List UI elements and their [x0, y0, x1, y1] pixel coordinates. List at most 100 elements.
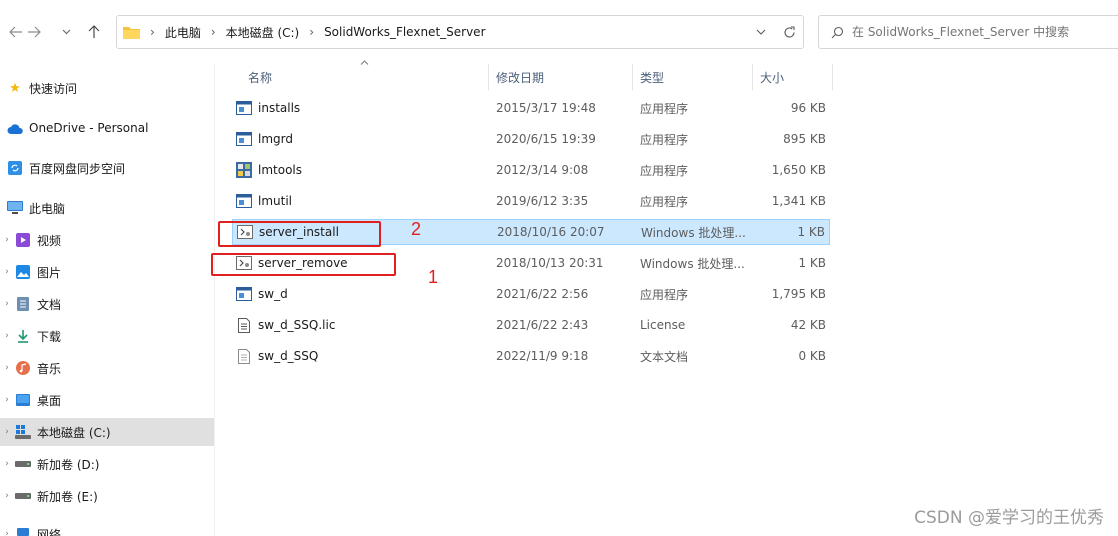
column-header-date[interactable]: 修改日期 [496, 64, 544, 90]
sidebar-item-documents[interactable]: › 文档 [0, 290, 214, 318]
watermark: CSDN @爱学习的王优秀 [914, 508, 1104, 528]
column-header-name[interactable]: 名称 [248, 64, 272, 90]
refresh-icon[interactable] [775, 16, 803, 48]
expand-chevron-icon[interactable]: › [0, 299, 14, 309]
file-name: installs [258, 101, 301, 115]
file-date: 2021/6/22 2:56 [496, 287, 589, 301]
sidebar-item-local-disk-c[interactable]: › 本地磁盘 (C:) [0, 418, 214, 446]
lmtools-icon [236, 162, 252, 178]
file-size: 895 KB [783, 132, 826, 146]
pane-divider[interactable] [214, 64, 215, 536]
file-type: Windows 批处理... [641, 225, 746, 240]
file-name: sw_d [258, 287, 288, 301]
column-header-type[interactable]: 类型 [640, 64, 664, 90]
sidebar-item-baidu-sync[interactable]: 百度网盘同步空间 [0, 154, 214, 182]
file-type: Windows 批处理... [640, 256, 745, 271]
expand-chevron-icon[interactable]: › [0, 267, 14, 277]
expand-chevron-icon[interactable]: › [0, 235, 14, 245]
annotation-step-2: 2 [411, 219, 422, 239]
app-icon [236, 286, 252, 302]
file-date: 2015/3/17 19:48 [496, 101, 596, 115]
computer-icon [6, 200, 24, 216]
expand-chevron-icon[interactable]: › [0, 363, 14, 373]
sidebar-item-quick-access[interactable]: ★ 快速访问 [0, 74, 214, 102]
address-bar[interactable]: › 此电脑 › 本地磁盘 (C:) › SolidWorks_Flexnet_S… [116, 15, 804, 49]
search-input[interactable] [852, 25, 1112, 39]
windows-drive-icon [14, 424, 32, 440]
file-row-sw-d[interactable]: sw_d 2021/6/22 2:56 应用程序 1,795 KB [232, 281, 830, 307]
text-file-icon [236, 348, 252, 364]
column-divider[interactable] [488, 64, 489, 90]
breadcrumb-current-folder[interactable]: SolidWorks_Flexnet_Server [324, 25, 485, 39]
file-row-lmgrd[interactable]: lmgrd 2020/6/15 19:39 应用程序 895 KB [232, 126, 830, 152]
sidebar-item-label: 新加卷 (D:) [37, 457, 100, 472]
file-name: lmgrd [258, 132, 293, 146]
file-date: 2021/6/22 2:43 [496, 318, 589, 332]
sidebar-item-label: 百度网盘同步空间 [29, 161, 126, 176]
file-list: 名称 修改日期 类型 大小 installs 2015/3/17 19:48 应… [222, 60, 1118, 536]
documents-icon [14, 296, 32, 312]
sidebar-item-volume-d[interactable]: › 新加卷 (D:) [0, 450, 214, 478]
expand-chevron-icon[interactable]: › [0, 529, 14, 536]
column-divider[interactable] [752, 64, 753, 90]
app-icon [236, 131, 252, 147]
column-divider[interactable] [832, 64, 833, 90]
folder-icon [123, 25, 140, 39]
expand-chevron-icon[interactable]: › [0, 491, 14, 501]
file-date: 2018/10/13 20:31 [496, 256, 604, 270]
cloud-icon [6, 120, 24, 136]
sidebar-item-label: 本地磁盘 (C:) [37, 425, 111, 440]
expand-chevron-icon[interactable]: › [0, 331, 14, 341]
file-size: 1 KB [797, 225, 825, 239]
drive-icon [14, 488, 32, 504]
file-date: 2012/3/14 9:08 [496, 163, 589, 177]
music-icon [14, 360, 32, 376]
up-button[interactable] [82, 20, 106, 44]
file-explorer-window: › 此电脑 › 本地磁盘 (C:) › SolidWorks_Flexnet_S… [0, 0, 1118, 536]
star-icon: ★ [9, 80, 21, 96]
sidebar-item-this-pc[interactable]: 此电脑 [0, 194, 214, 222]
column-divider[interactable] [632, 64, 633, 90]
file-row-lmutil[interactable]: lmutil 2019/6/12 3:35 应用程序 1,341 KB [232, 188, 830, 214]
sidebar-item-onedrive[interactable]: OneDrive - Personal [0, 114, 214, 142]
expand-chevron-icon[interactable]: › [0, 427, 14, 437]
file-name: lmutil [258, 194, 293, 208]
app-icon [236, 100, 252, 116]
sidebar-item-downloads[interactable]: › 下载 [0, 322, 214, 350]
file-row-sw-d-ssq-lic[interactable]: sw_d_SSQ.lic 2021/6/22 2:43 License 42 K… [232, 312, 830, 338]
breadcrumb-local-disk-c[interactable]: 本地磁盘 (C:) [226, 24, 300, 41]
file-date: 2022/11/9 9:18 [496, 349, 589, 363]
column-header-size[interactable]: 大小 [760, 64, 784, 90]
sort-ascending-icon [360, 58, 369, 68]
expand-chevron-icon[interactable]: › [0, 395, 14, 405]
file-row-lmtools[interactable]: lmtools 2012/3/14 9:08 应用程序 1,650 KB [232, 157, 830, 183]
expand-chevron-icon[interactable]: › [0, 459, 14, 469]
file-size: 0 KB [798, 349, 826, 363]
file-row-sw-d-ssq[interactable]: sw_d_SSQ 2022/11/9 9:18 文本文档 0 KB [232, 343, 830, 369]
address-history-chevron-icon[interactable] [747, 16, 775, 48]
sidebar-item-volume-e[interactable]: › 新加卷 (E:) [0, 482, 214, 510]
file-name: sw_d_SSQ.lic [258, 318, 336, 332]
sidebar-item-desktop[interactable]: › 桌面 [0, 386, 214, 414]
sidebar-item-label: 快速访问 [29, 81, 78, 96]
drive-icon [14, 456, 32, 472]
recent-locations-chevron-icon[interactable] [54, 20, 78, 44]
file-type: 应用程序 [640, 101, 689, 116]
forward-button[interactable] [22, 20, 46, 44]
sidebar-item-network[interactable]: › 网络 [0, 520, 214, 536]
search-box[interactable] [818, 15, 1118, 49]
sidebar-item-pictures[interactable]: › 图片 [0, 258, 214, 286]
file-row-installs[interactable]: installs 2015/3/17 19:48 应用程序 96 KB [232, 95, 830, 121]
sidebar-item-music[interactable]: › 音乐 [0, 354, 214, 382]
breadcrumb-this-pc[interactable]: 此电脑 [165, 24, 201, 41]
breadcrumb-separator-icon: › [309, 25, 315, 39]
sidebar-item-label: 网络 [37, 527, 62, 536]
file-type: 应用程序 [640, 287, 689, 302]
network-icon [14, 526, 32, 536]
file-size: 42 KB [790, 318, 826, 332]
file-date: 2018/10/16 20:07 [497, 225, 605, 239]
navigation-pane: ★ 快速访问 OneDrive - Personal 百度网盘同步空间 此电脑 [0, 64, 214, 536]
annotation-step-1: 1 [428, 267, 439, 287]
sidebar-item-videos[interactable]: › 视频 [0, 226, 214, 254]
file-size: 1 KB [798, 256, 826, 270]
